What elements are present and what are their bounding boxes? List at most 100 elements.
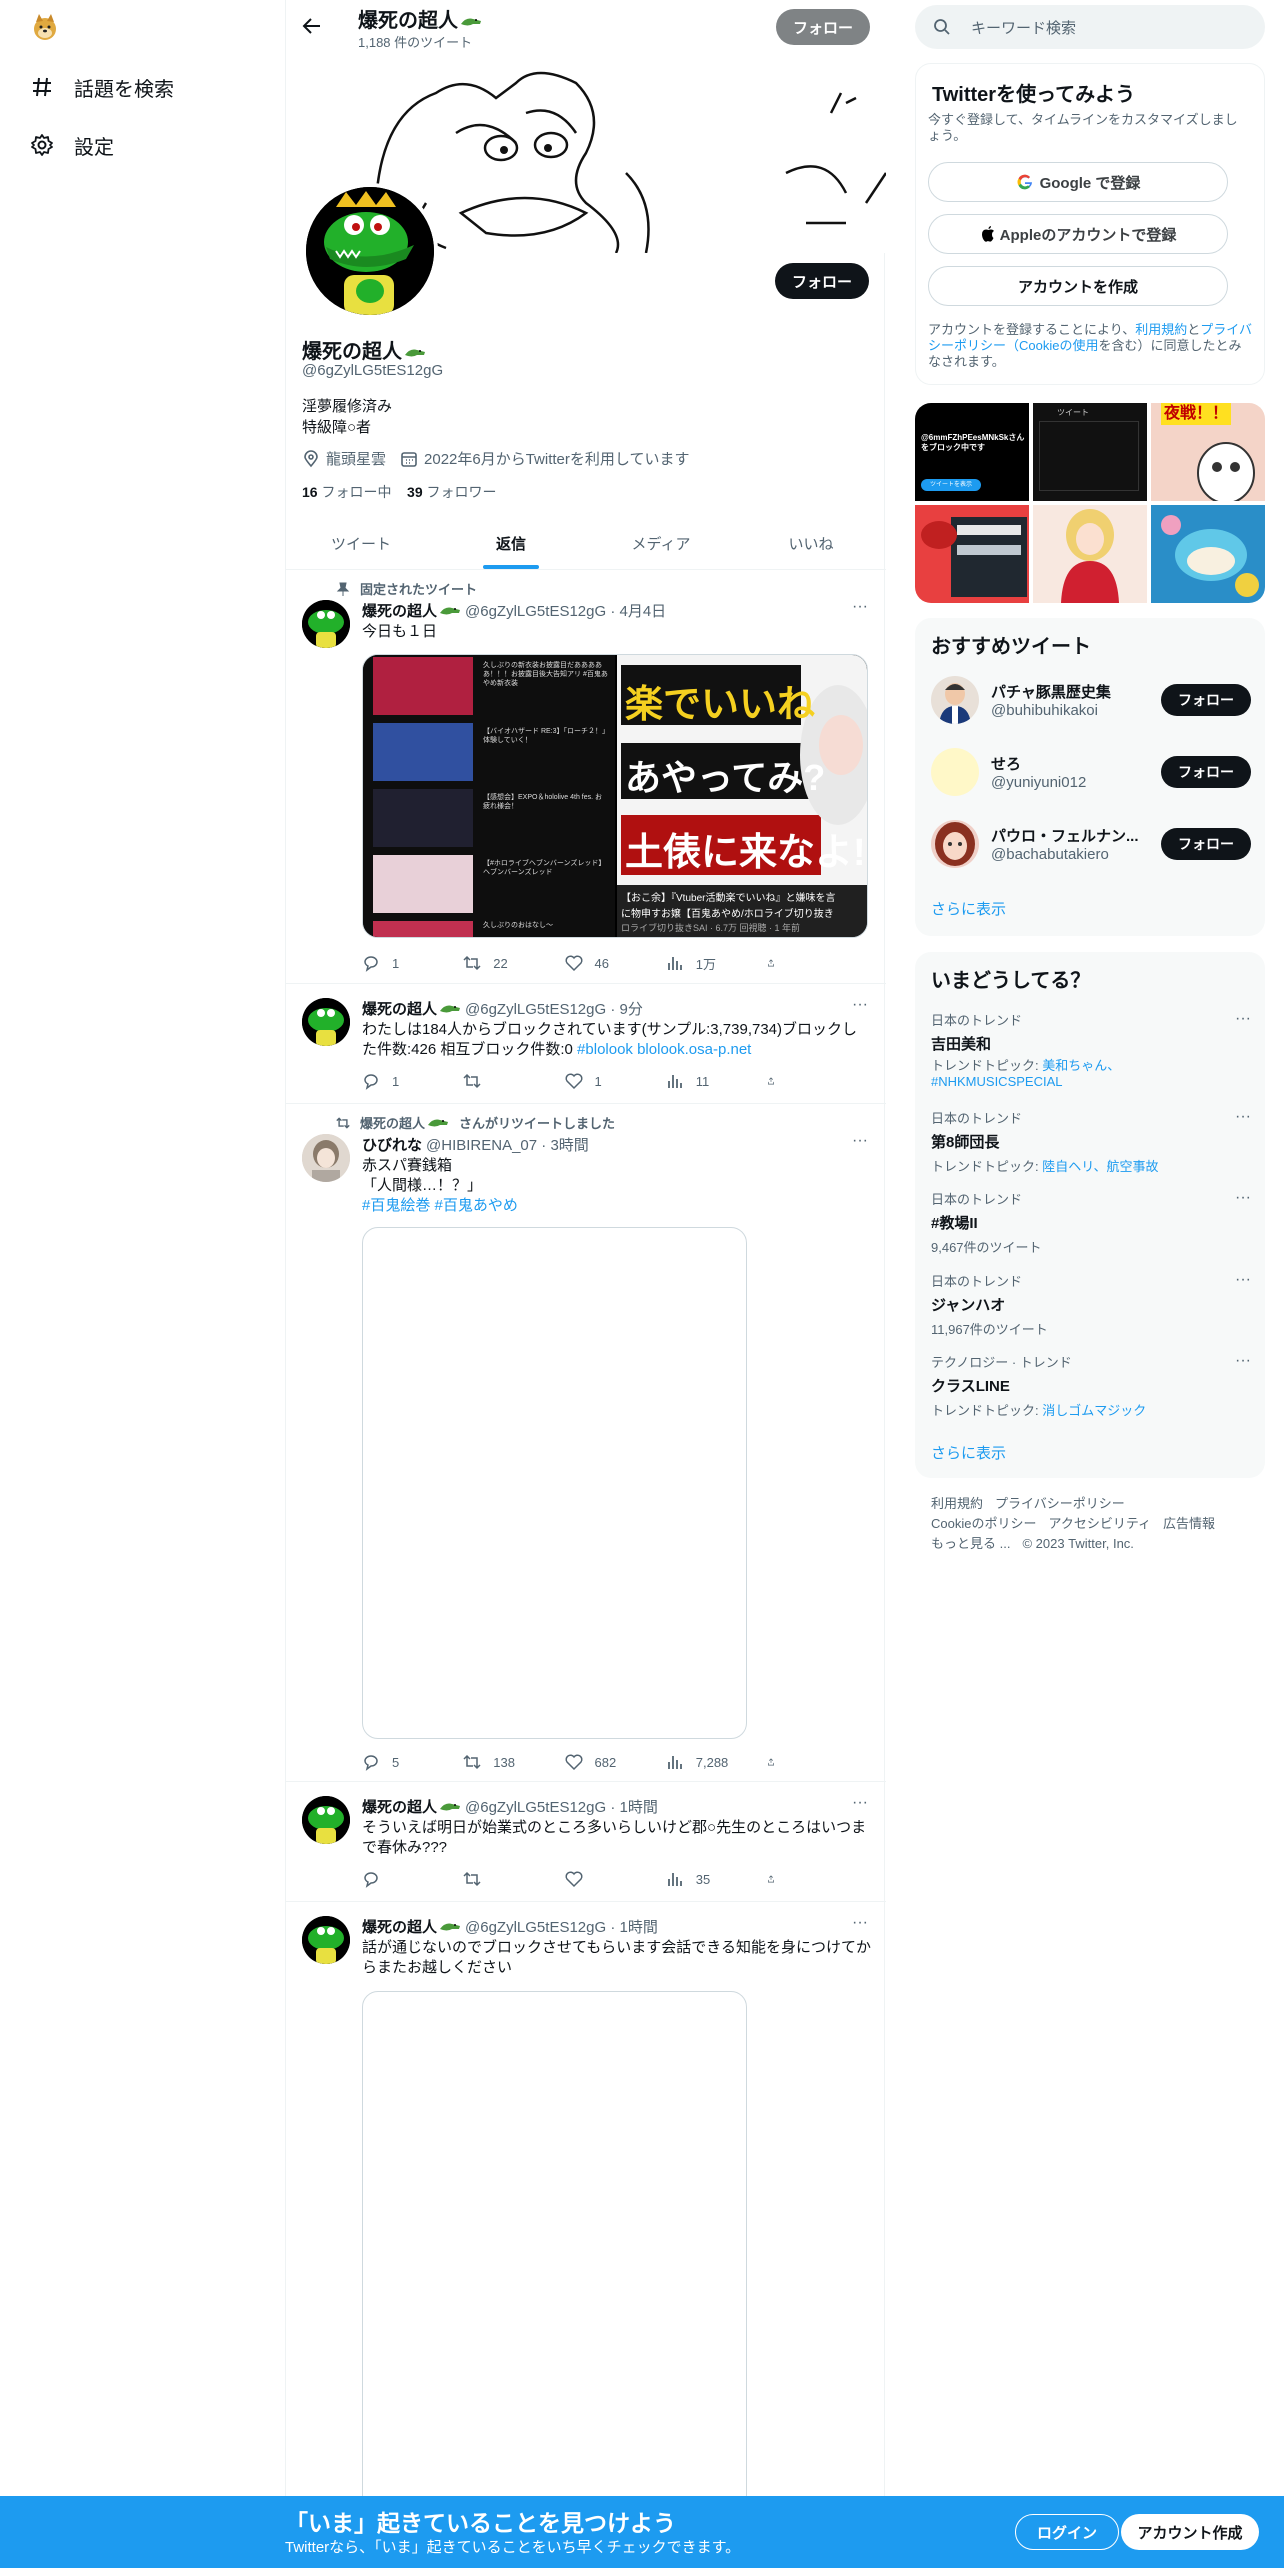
tweet-hashtags[interactable]: #百鬼絵巻 #百鬼あやめ <box>362 1196 872 1216</box>
trend-item[interactable]: テクノロジー · トレンド クラスLINE トレンドトピック: 消しゴムマジック… <box>931 1352 1251 1419</box>
tweet-link[interactable]: #blolook blolook.osa-p.net <box>577 1041 751 1058</box>
more-options-icon[interactable]: ··· <box>1235 1189 1251 1207</box>
more-options-icon[interactable]: ··· <box>850 1133 870 1154</box>
reply-button[interactable]: 1 <box>362 1071 452 1091</box>
like-button[interactable]: 682 <box>565 1752 655 1772</box>
footer-link[interactable]: 利用規約 <box>931 1496 983 1511</box>
create-account-button[interactable]: アカウントを作成 <box>928 266 1228 306</box>
tweet-avatar[interactable] <box>302 1796 350 1844</box>
tab-likes[interactable]: いいね <box>736 517 886 569</box>
tweet-author[interactable]: 爆死の超人 <box>362 1916 437 1937</box>
doge-logo-icon[interactable] <box>30 12 60 42</box>
more-options-icon[interactable]: ··· <box>1235 1010 1251 1028</box>
retweet-button[interactable]: 138 <box>463 1752 553 1772</box>
like-button[interactable]: 46 <box>565 953 655 973</box>
tweet-header: 爆死の超人 @6gZylLG5tES12gG · 9分 <box>362 998 643 1019</box>
tweet-avatar[interactable] <box>302 1134 350 1182</box>
like-button[interactable]: 1 <box>565 1071 655 1091</box>
more-options-icon[interactable]: ··· <box>1235 1108 1251 1126</box>
tab-replies[interactable]: 返信 <box>436 517 586 569</box>
follow-button[interactable]: フォロー <box>1161 828 1251 860</box>
trend-item[interactable]: 日本のトレンド #教場II 9,467件のツイート ··· <box>931 1189 1251 1256</box>
tweet[interactable]: 爆死の超人 @6gZylLG5tES12gG · 9分 ··· わたしは184人… <box>286 984 886 1104</box>
signup-button[interactable]: アカウント作成 <box>1121 2514 1259 2550</box>
more-options-icon[interactable]: ··· <box>1235 1352 1251 1370</box>
header-follow-button[interactable]: フォロー <box>776 9 870 45</box>
tweet-avatar[interactable] <box>302 998 350 1046</box>
more-options-icon[interactable]: ··· <box>850 599 870 620</box>
more-options-icon[interactable]: ··· <box>850 997 870 1018</box>
wtf-user[interactable]: せろ @yuniyuni012 フォロー <box>931 743 1251 801</box>
trends-show-more[interactable]: さらに表示 <box>931 1442 1006 1463</box>
tweet-media-image[interactable] <box>362 1991 747 2511</box>
login-button[interactable]: ログイン <box>1015 2514 1119 2550</box>
retweet-button[interactable] <box>463 1071 553 1091</box>
followers-link[interactable]: 39 フォロワー <box>407 484 496 500</box>
tweet-author[interactable]: ひびれな <box>362 1134 422 1155</box>
avatar[interactable] <box>931 820 979 868</box>
profile-follow-button[interactable]: フォロー <box>775 263 869 299</box>
views-button[interactable]: 1万 <box>666 953 756 973</box>
more-options-icon[interactable]: ··· <box>850 1915 870 1936</box>
media-grid-tile[interactable]: ツイート <box>1033 403 1147 501</box>
more-options-icon[interactable]: ··· <box>850 1795 870 1816</box>
footer-link[interactable]: 広告情報 <box>1163 1516 1215 1531</box>
tweet-author[interactable]: 爆死の超人 <box>362 600 437 621</box>
trend-item[interactable]: 日本のトレンド 第8師団長 トレンドトピック: 陸自ヘリ、航空事故 ··· <box>931 1108 1251 1175</box>
reply-button[interactable]: 5 <box>362 1752 452 1772</box>
media-grid-tile[interactable] <box>1033 505 1147 603</box>
follow-button[interactable]: フォロー <box>1161 684 1251 716</box>
wtf-show-more[interactable]: さらに表示 <box>931 898 1006 919</box>
tweet-avatar[interactable] <box>302 600 350 648</box>
retweet-button[interactable] <box>463 1869 553 1889</box>
tweet[interactable]: 爆死の超人 さんがリツイートしました ひびれな @HIBIRENA_07 · 3時… <box>286 1104 886 1782</box>
trend-item[interactable]: 日本のトレンド 吉田美和 トレンドトピック: 美和ちゃん、#NHKMUSICSP… <box>931 1010 1251 1090</box>
wtf-user[interactable]: パウロ・フェルナン... @bachabutakiero フォロー <box>931 815 1251 873</box>
nav-settings[interactable]: 設定 <box>28 123 114 167</box>
media-grid-tile[interactable] <box>1151 505 1265 603</box>
tweet[interactable]: 固定されたツイート 爆死の超人 @6gZylLG5tES12gG · 4月4日 … <box>286 570 886 984</box>
wtf-user[interactable]: パチャ豚黒歴史集 @buhibuhikakoi フォロー <box>931 671 1251 729</box>
terms-link[interactable]: 利用規約 <box>1135 322 1187 337</box>
back-arrow-icon[interactable] <box>300 14 324 38</box>
follow-button[interactable]: フォロー <box>1161 756 1251 788</box>
trend-item[interactable]: 日本のトレンド ジャンハオ 11,967件のツイート ··· <box>931 1271 1251 1338</box>
nav-explore[interactable]: 話題を検索 <box>28 65 174 109</box>
media-grid-tile[interactable]: 夜戦！！ <box>1151 403 1265 501</box>
reply-button[interactable] <box>362 1869 452 1889</box>
tweet-header: 爆死の超人 @6gZylLG5tES12gG · 1時間 <box>362 1796 658 1817</box>
apple-signup-button[interactable]: Appleのアカウントで登録 <box>928 214 1228 254</box>
views-button[interactable]: 7,288 <box>666 1752 756 1772</box>
footer-link[interactable]: Cookieのポリシー <box>931 1516 1036 1531</box>
tweet-media-image[interactable]: 久しぶりの新衣装お披露目だあああああ！！！お披露目後大告知アリ #百鬼あやめ新衣… <box>362 654 868 938</box>
tweet[interactable]: 爆死の超人 @6gZylLG5tES12gG · 1時間 ··· 話が通じないの… <box>286 1902 886 2511</box>
share-button[interactable] <box>767 1071 787 1091</box>
tweet-author[interactable]: 爆死の超人 <box>362 1796 437 1817</box>
search-input[interactable]: キーワード検索 <box>915 5 1265 49</box>
following-link[interactable]: 16 フォロー中 <box>302 484 391 500</box>
avatar[interactable] <box>931 748 979 796</box>
media-grid-tile[interactable]: @6mmFZhPEesMNkSkさんをブロック中です ツイートを表示 <box>915 403 1029 501</box>
views-button[interactable]: 11 <box>666 1071 756 1091</box>
like-button[interactable] <box>565 1869 655 1889</box>
profile-avatar[interactable] <box>302 183 438 319</box>
tweet-avatar[interactable] <box>302 1916 350 1964</box>
views-button[interactable]: 35 <box>666 1869 756 1889</box>
footer-link[interactable]: アクセシビリティ <box>1048 1516 1151 1531</box>
avatar[interactable] <box>931 676 979 724</box>
tab-media[interactable]: メディア <box>586 517 736 569</box>
tab-tweets[interactable]: ツイート <box>286 517 436 569</box>
more-options-icon[interactable]: ··· <box>1235 1271 1251 1289</box>
tweet-author[interactable]: 爆死の超人 <box>362 998 437 1019</box>
share-button[interactable] <box>767 1869 787 1889</box>
tweet-media-image[interactable] <box>362 1227 747 1739</box>
share-button[interactable] <box>767 1752 787 1772</box>
tweet[interactable]: 爆死の超人 @6gZylLG5tES12gG · 1時間 ··· そういえば明日… <box>286 1782 886 1902</box>
share-button[interactable] <box>767 953 787 973</box>
media-grid-tile[interactable] <box>915 505 1029 603</box>
retweet-button[interactable]: 22 <box>463 953 553 973</box>
reply-button[interactable]: 1 <box>362 953 452 973</box>
footer-link[interactable]: プライバシーポリシー <box>995 1496 1125 1511</box>
google-signup-button[interactable]: Google で登録 <box>928 162 1228 202</box>
footer-more-link[interactable]: もっと見る ... <box>931 1536 1010 1551</box>
